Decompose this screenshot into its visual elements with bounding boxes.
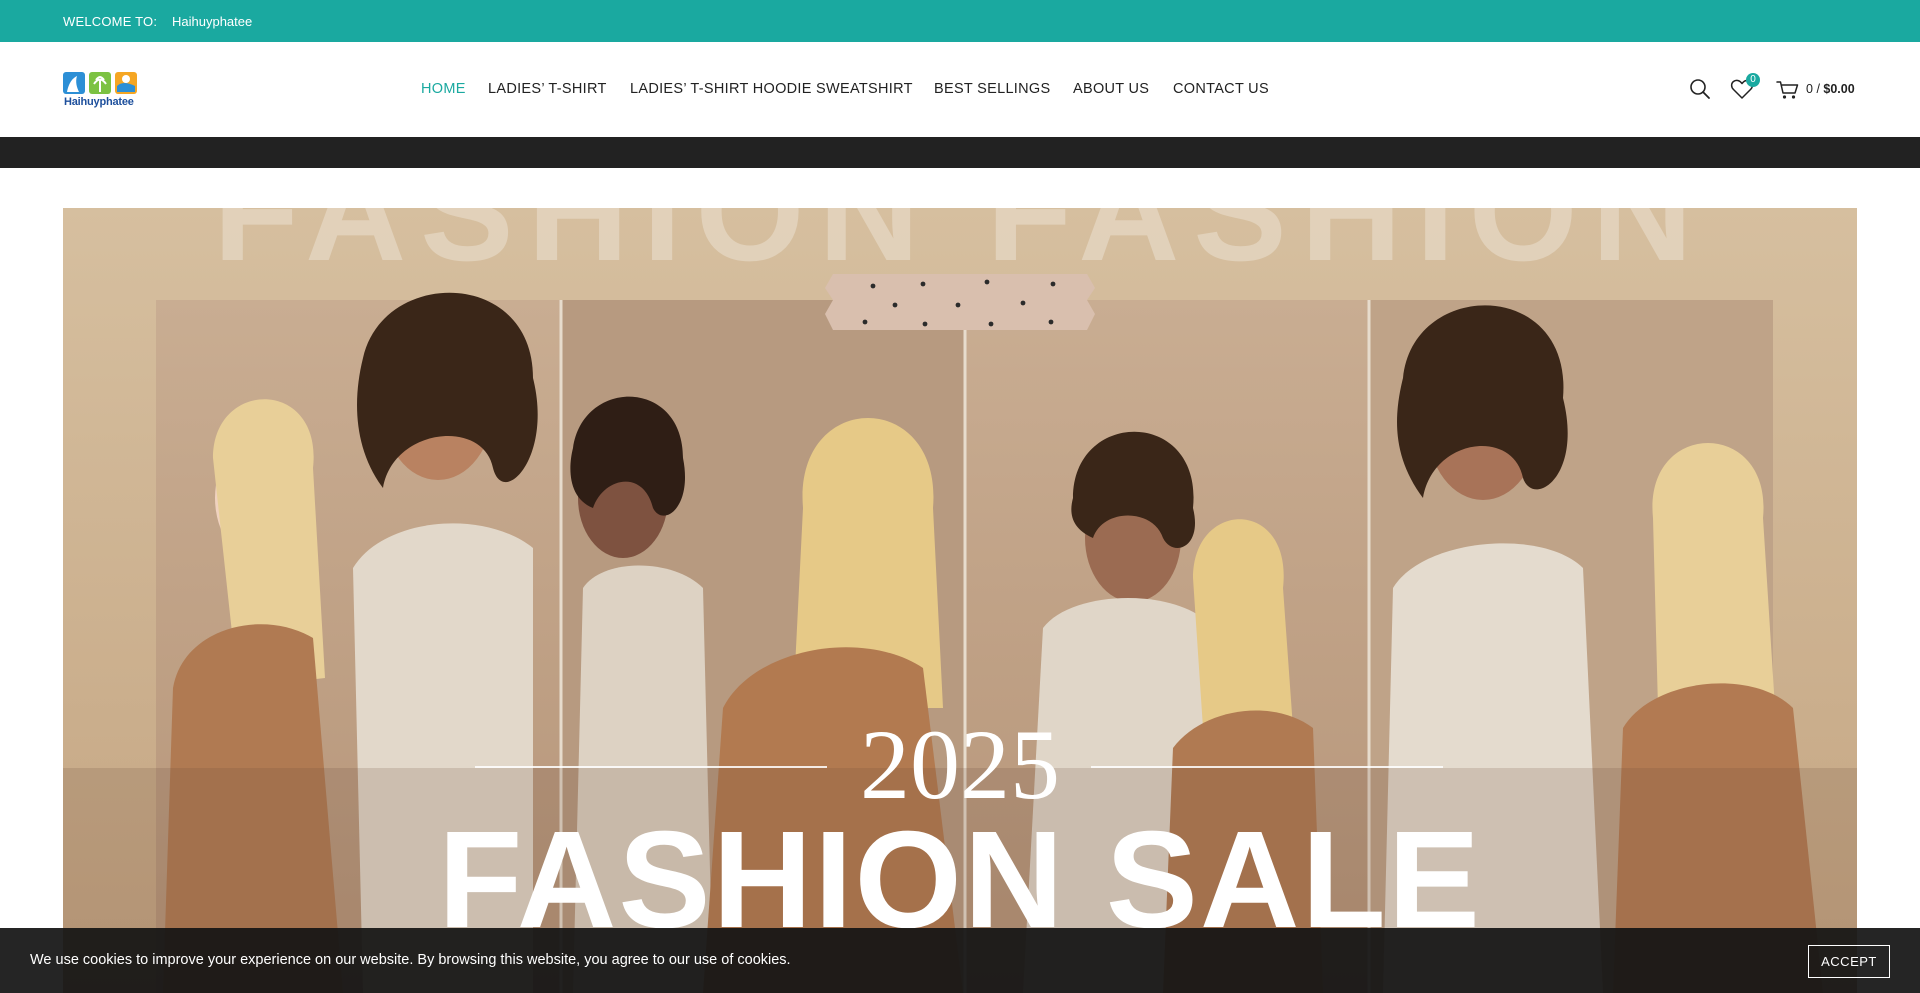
site-header: Haihuyphatee HOME LADIES’ T-SHIRT LADIES…: [0, 42, 1920, 137]
nav-item-about-us[interactable]: ABOUT US: [1073, 81, 1149, 97]
welcome-label: WELCOME TO:: [63, 14, 158, 29]
nav-item-ladies-t-shirt[interactable]: LADIES’ T-SHIRT: [488, 81, 607, 97]
cookie-accept-button[interactable]: ACCEPT: [1808, 945, 1890, 978]
cart-total: $0.00: [1823, 82, 1855, 96]
dark-divider-bar: [0, 137, 1920, 168]
hero-year: 2025: [860, 709, 1060, 820]
main-navigation: HOME LADIES’ T-SHIRT LADIES’ T-SHIRT HOO…: [0, 81, 1920, 101]
hero-banner[interactable]: FASHION FASHION 2025 FASHION SALE: [63, 208, 1857, 993]
nav-item-best-sellings[interactable]: BEST SELLINGS: [934, 81, 1050, 97]
cookie-message: We use cookies to improve your experienc…: [30, 952, 791, 968]
welcome-site-name: Haihuyphatee: [172, 14, 253, 29]
wishlist-count-badge: 0: [1746, 73, 1760, 87]
cart-summary[interactable]: 0 / $0.00: [1806, 82, 1855, 96]
cart-icon[interactable]: [1776, 80, 1800, 105]
search-icon[interactable]: [1689, 78, 1711, 105]
nav-item-contact-us[interactable]: CONTACT US: [1173, 81, 1269, 97]
cart-separator: /: [1816, 82, 1820, 96]
cart-count: 0: [1806, 82, 1813, 96]
nav-item-ladies-hoodie-sweatshirt[interactable]: LADIES’ T-SHIRT HOODIE SWEATSHIRT: [630, 81, 913, 97]
cookie-notice: We use cookies to improve your experienc…: [0, 928, 1920, 993]
top-bar: WELCOME TO: Haihuyphatee: [0, 0, 1920, 42]
nav-item-home[interactable]: HOME: [421, 81, 466, 97]
